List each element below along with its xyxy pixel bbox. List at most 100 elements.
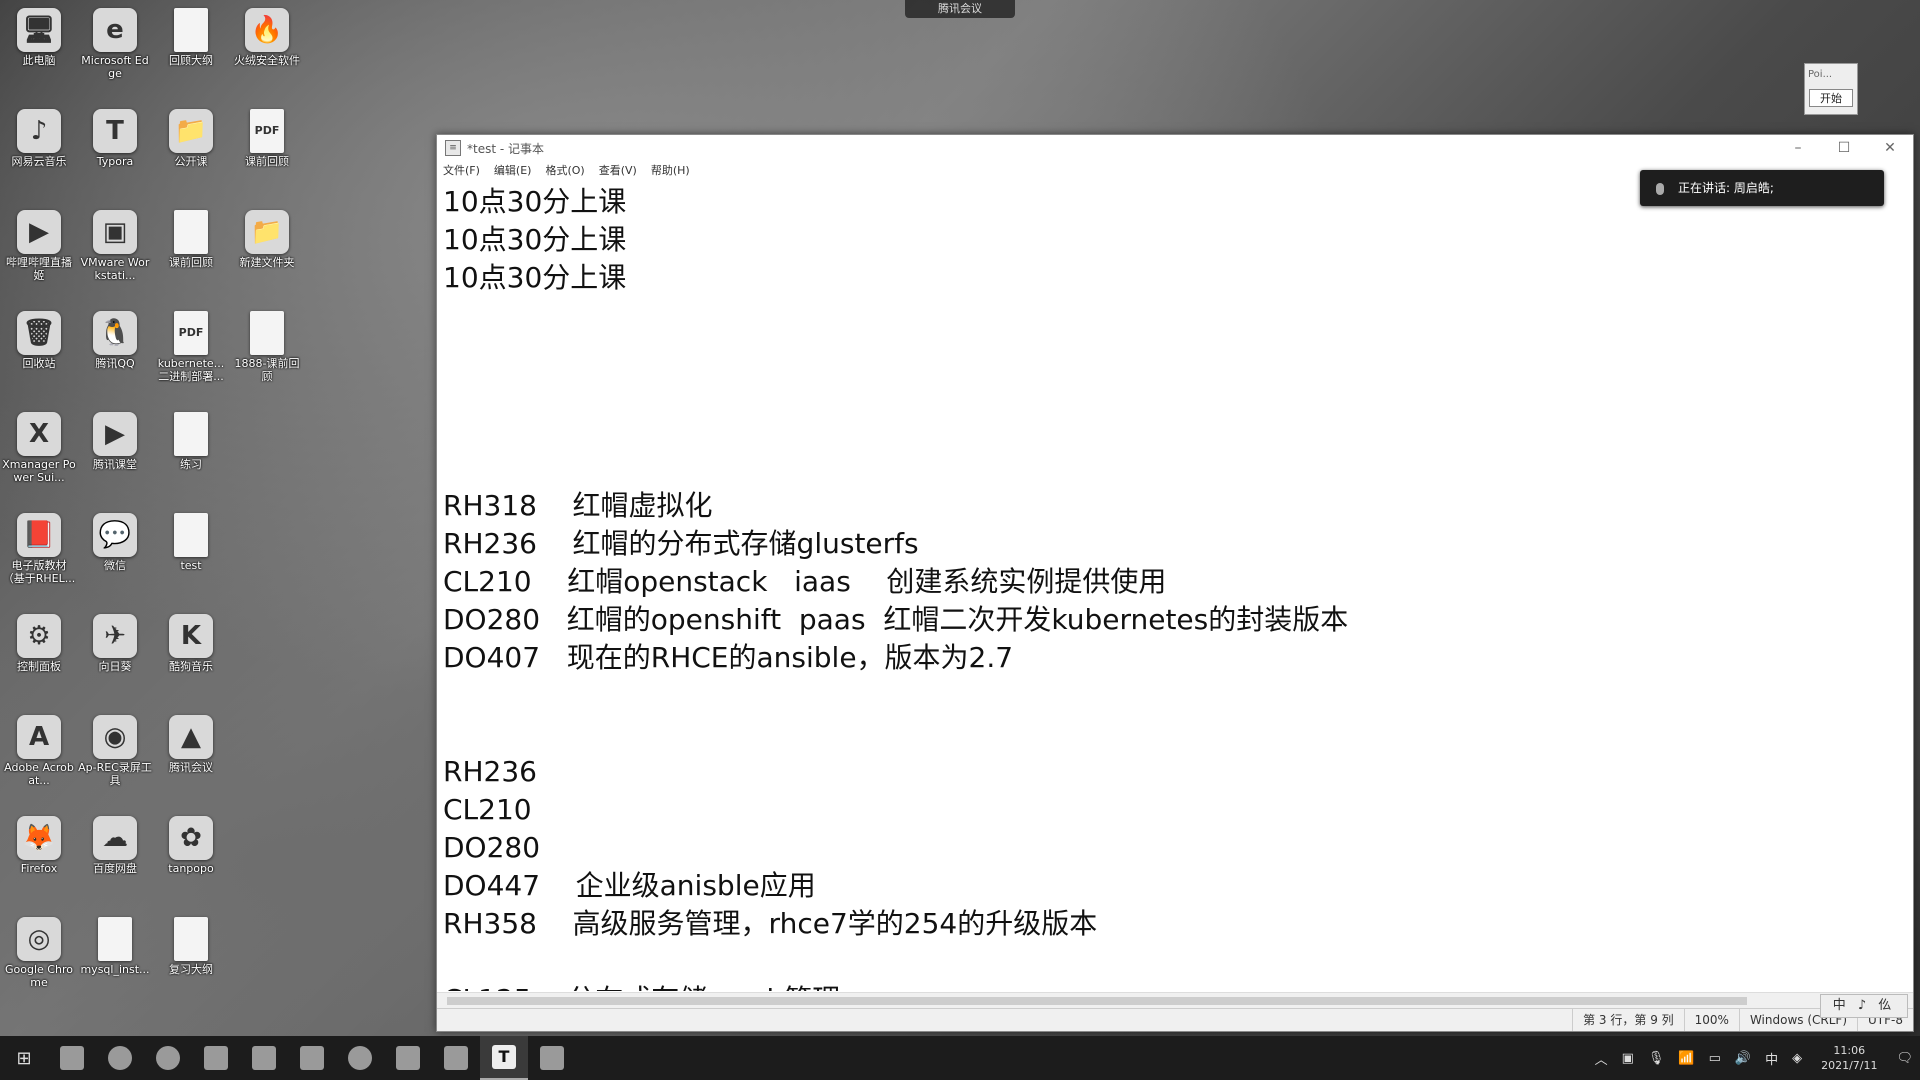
text-line: RH358 高级服务管理，rhce7学的254的升级版本 <box>443 907 1098 940</box>
desktop-icon[interactable]: 复习大纲 <box>154 913 228 1013</box>
text-editor[interactable]: 10点30分上课 10点30分上课 10点30分上课 RH318 红帽虚拟化 RH236… <box>443 183 1899 991</box>
taskbar-app-edge[interactable] <box>336 1036 384 1080</box>
desktop-icon-label: 腾讯课堂 <box>93 458 137 471</box>
desktop-icon[interactable]: A Adobe Acrobat... <box>2 711 76 811</box>
desktop-icon[interactable]: 🦊 Firefox <box>2 812 76 912</box>
menu-help[interactable]: 帮助(H) <box>651 161 690 181</box>
taskbar: ⊞ T ︿ ▣ 🎙 📶 ▭ 🔊 中 ◈ 11:06 2021/7/11 🗨 <box>0 1036 1920 1080</box>
desktop-icon[interactable]: 📁 新建文件夹 <box>230 206 304 306</box>
text-line: CL210 红帽openstack iaas 创建系统实例提供使用 <box>443 565 1167 598</box>
taskbar-app-firefox[interactable] <box>96 1036 144 1080</box>
taskbar-app-typora[interactable]: T <box>480 1036 528 1080</box>
desktop-icon[interactable]: 🖥 此电脑 <box>2 4 76 104</box>
ime-tray-indicator[interactable]: 中 <box>1765 1049 1778 1068</box>
desktop-icon[interactable]: T Typora <box>78 105 152 205</box>
desktop-icon[interactable]: ◎ Google Chrome <box>2 913 76 1013</box>
taskbar-app-files[interactable] <box>240 1036 288 1080</box>
desktop-icon[interactable]: mysql_inst... <box>78 913 152 1013</box>
desktop-icon[interactable]: ☁ 百度网盘 <box>78 812 152 912</box>
desktop-icon[interactable]: 🐧 腾讯QQ <box>78 307 152 407</box>
ime-toolbar[interactable]: 中 ♪ 仫 <box>1820 994 1908 1018</box>
microphone-tray-icon[interactable]: 🎙 <box>1648 1051 1665 1066</box>
maximize-icon[interactable]: ☐ <box>1821 140 1867 156</box>
scrollbar-thumb[interactable] <box>447 997 1747 1005</box>
poi-start-button[interactable]: 开始 <box>1809 89 1853 107</box>
desktop-icon[interactable]: 课前回顾 <box>154 206 228 306</box>
desktop-icon[interactable]: ♪ 网易云音乐 <box>2 105 76 205</box>
desktop-icon-label: 1888-课前回顾 <box>234 357 300 383</box>
desktop-icon[interactable]: 回顾大纲 <box>154 4 228 104</box>
desktop-icon[interactable]: X Xmanager Power Sui... <box>2 408 76 508</box>
text-line: DO447 企业级anisble应用 <box>443 869 816 902</box>
taskbar-app-explorer[interactable] <box>48 1036 96 1080</box>
desktop-icon[interactable]: 📕 电子版教材（基于RHEL... <box>2 509 76 609</box>
taskbar-app-photos[interactable] <box>528 1036 576 1080</box>
status-zoom: 100% <box>1683 1009 1739 1031</box>
app-icon: 🖥 <box>17 8 61 52</box>
clock[interactable]: 11:06 2021/7/11 <box>1821 1043 1877 1073</box>
desktop-icon[interactable]: PDF kubernete...二进制部署... <box>154 307 228 407</box>
desktop-icon[interactable]: ▣ VMware Workstati... <box>78 206 152 306</box>
clock-time: 11:06 <box>1833 1044 1866 1057</box>
desktop-icon-label: 网易云音乐 <box>11 155 67 168</box>
menu-format[interactable]: 格式(O) <box>545 161 584 181</box>
security-icon[interactable]: ◈ <box>1792 1051 1802 1066</box>
battery-icon[interactable]: ▭ <box>1709 1051 1721 1066</box>
desktop-icon[interactable]: PDF 课前回顾 <box>230 105 304 205</box>
desktop-icon[interactable]: 📁 公开课 <box>154 105 228 205</box>
desktop-icon[interactable]: ✿ tanpopo <box>154 812 228 912</box>
desktop-icon[interactable]: ▲ 腾讯会议 <box>154 711 228 811</box>
app-icon: 🦊 <box>17 816 61 860</box>
text-line <box>443 677 1899 715</box>
app-icon <box>98 917 132 961</box>
desktop-icon[interactable]: 1888-课前回顾 <box>230 307 304 407</box>
text-line: RH236 红帽的分布式存储glusterfs <box>443 527 919 560</box>
volume-icon[interactable]: 🔊 <box>1735 1051 1751 1066</box>
desktop-icon-label: 回收站 <box>22 357 56 370</box>
taskbar-app-chrome[interactable] <box>144 1036 192 1080</box>
desktop-icon[interactable]: ✈ 向日葵 <box>78 610 152 710</box>
task-view-icon <box>396 1046 420 1070</box>
desktop-icon[interactable]: ◉ Ap-REC录屏工具 <box>78 711 152 811</box>
app-icon: ◉ <box>93 715 137 759</box>
desktop-icon[interactable]: ▶ 哔哩哔哩直播姬 <box>2 206 76 306</box>
desktop-icon[interactable]: 🔥 火绒安全软件 <box>230 4 304 104</box>
desktop-icon[interactable]: 💬 微信 <box>78 509 152 609</box>
notepad-icon: ≡ <box>445 140 461 156</box>
close-icon[interactable]: ✕ <box>1867 140 1913 156</box>
menu-view[interactable]: 查看(V) <box>599 161 637 181</box>
meeting-topbar[interactable]: 腾讯会议 <box>905 0 1015 18</box>
desktop-icon-label: 火绒安全软件 <box>234 54 300 67</box>
app-icon: ▶ <box>93 412 137 456</box>
notepad-titlebar[interactable]: ≡ *test - 记事本 – ☐ ✕ <box>437 135 1913 161</box>
text-line: 10点30分上课 <box>443 223 627 256</box>
desktop-icon[interactable]: test <box>154 509 228 609</box>
desktop-icon[interactable]: 练习 <box>154 408 228 508</box>
windows-start-icon[interactable]: ⊞ <box>0 1036 48 1080</box>
desktop-icon-label: 向日葵 <box>98 660 132 673</box>
menu-edit[interactable]: 编辑(E) <box>494 161 532 181</box>
menu-file[interactable]: 文件(F) <box>443 161 480 181</box>
notification-icon[interactable]: 🗨 <box>1896 1051 1913 1066</box>
taskbar-app-meeting[interactable] <box>432 1036 480 1080</box>
chevron-up-icon[interactable]: ︿ <box>1595 1049 1608 1068</box>
network-icon[interactable]: 📶 <box>1678 1051 1694 1066</box>
chrome-icon <box>156 1046 180 1070</box>
desktop-icon[interactable]: K 酷狗音乐 <box>154 610 228 710</box>
app-icon <box>174 412 208 456</box>
minimize-icon[interactable]: – <box>1775 140 1821 156</box>
horizontal-scrollbar[interactable] <box>437 992 1913 1009</box>
taskbar-app-folder[interactable] <box>192 1036 240 1080</box>
camera-icon[interactable]: ▣ <box>1622 1051 1634 1066</box>
app-icon <box>174 917 208 961</box>
desktop-icon[interactable]: e Microsoft Edge <box>78 4 152 104</box>
desktop-icon[interactable]: 🗑 回收站 <box>2 307 76 407</box>
text-line: RH236 <box>443 755 537 788</box>
taskbar-app-notes[interactable] <box>288 1036 336 1080</box>
text-line <box>443 297 1899 335</box>
desktop-icon[interactable]: ⚙ 控制面板 <box>2 610 76 710</box>
edge-icon <box>348 1046 372 1070</box>
desktop-icon[interactable]: ▶ 腾讯课堂 <box>78 408 152 508</box>
app-icon: 🐧 <box>93 311 137 355</box>
taskbar-app-taskview[interactable] <box>384 1036 432 1080</box>
